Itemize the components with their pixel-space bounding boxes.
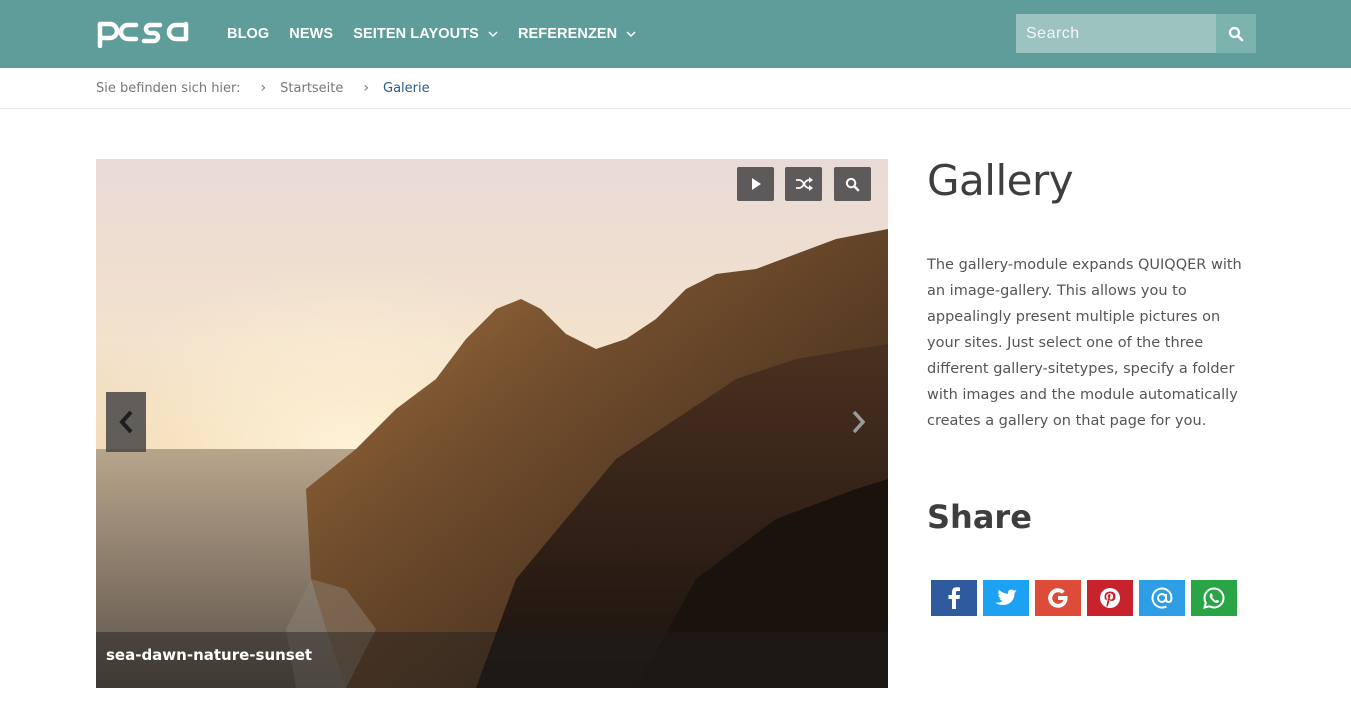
main-nav: BLOG NEWS SEITEN LAYOUTS REFERENZEN: [227, 0, 656, 68]
nav-item-label: NEWS: [289, 26, 334, 42]
play-button[interactable]: [737, 167, 774, 201]
share-heading: Share: [927, 498, 1032, 536]
chevron-down-icon: [626, 31, 636, 38]
chevron-left-icon: [119, 410, 133, 434]
play-icon: [751, 178, 761, 190]
facebook-icon: [948, 587, 960, 609]
pinterest-icon: [1100, 588, 1120, 608]
nav-item-label: SEITEN LAYOUTS: [353, 26, 479, 42]
shuffle-icon: [795, 177, 813, 191]
share-pinterest-button[interactable]: [1087, 580, 1133, 616]
breadcrumb-bar: Sie befinden sich hier: › Startseite › G…: [0, 68, 1351, 109]
chevron-right-icon: ›: [363, 80, 370, 96]
image-caption: sea-dawn-nature-sunset: [106, 646, 313, 664]
share-buttons: [931, 580, 1243, 616]
share-twitter-button[interactable]: [983, 580, 1029, 616]
zoom-button[interactable]: [834, 167, 871, 201]
breadcrumb: Sie befinden sich hier: › Startseite › G…: [96, 68, 430, 108]
breadcrumb-prefix: Sie befinden sich hier:: [96, 80, 241, 96]
chevron-down-icon: [488, 31, 498, 38]
nav-item-blog[interactable]: BLOG: [227, 26, 269, 42]
search-icon: [1228, 26, 1244, 41]
breadcrumb-item-galerie[interactable]: Galerie: [383, 81, 430, 96]
site-logo[interactable]: [96, 16, 198, 48]
zoom-icon: [845, 177, 860, 191]
twitter-icon: [995, 589, 1017, 606]
nav-item-referenzen[interactable]: REFERENZEN: [518, 26, 636, 42]
shuffle-button[interactable]: [785, 167, 822, 201]
nav-item-news[interactable]: NEWS: [289, 26, 333, 42]
top-navigation-bar: BLOG NEWS SEITEN LAYOUTS REFERENZEN: [0, 0, 1351, 68]
nav-item-label: REFERENZEN: [517, 26, 618, 42]
share-google-button[interactable]: [1035, 580, 1081, 616]
whatsapp-icon: [1203, 587, 1225, 609]
previous-image-button[interactable]: [106, 392, 146, 452]
search-input[interactable]: [1016, 14, 1216, 53]
at-icon: [1151, 587, 1173, 609]
share-facebook-button[interactable]: [931, 580, 977, 616]
page-description: The gallery-module expands QUIQQER with …: [927, 257, 1242, 429]
nav-item-seiten-layouts[interactable]: SEITEN LAYOUTS: [353, 26, 498, 42]
page-title: Gallery: [927, 156, 1074, 205]
image-gallery: sea-dawn-nature-sunset: [96, 159, 888, 688]
breadcrumb-item-startseite[interactable]: Startseite: [280, 81, 343, 96]
google-icon: [1048, 588, 1068, 608]
chevron-right-icon: [852, 410, 866, 434]
chevron-right-icon: ›: [260, 80, 267, 96]
gallery-image[interactable]: [96, 159, 888, 688]
share-email-button[interactable]: [1139, 580, 1185, 616]
nav-item-label: BLOG: [227, 26, 270, 42]
search-button[interactable]: [1216, 14, 1256, 53]
share-whatsapp-button[interactable]: [1191, 580, 1237, 616]
next-image-button[interactable]: [838, 392, 878, 452]
